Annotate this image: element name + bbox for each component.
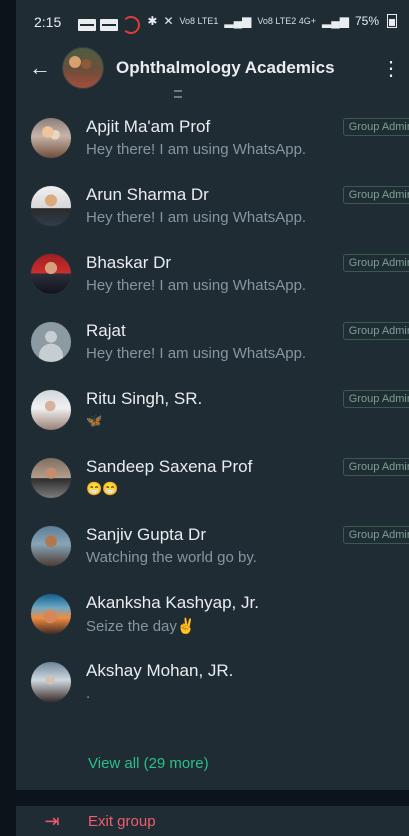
battery-text: 75% — [354, 14, 379, 28]
more-vertical-icon[interactable]: ⋮ — [381, 54, 401, 82]
member-status: 😁😁 — [86, 481, 119, 496]
member-status: Hey there! I am using WhatsApp. — [86, 277, 307, 294]
avatar — [30, 253, 72, 295]
group-admin-badge: Group Admin — [342, 458, 409, 476]
avatar — [30, 661, 72, 703]
member-status: Seize the day✌️ — [86, 618, 196, 635]
group-admin-badge: Group Admin — [342, 526, 409, 544]
avatar — [30, 457, 72, 499]
avatar — [30, 117, 72, 159]
status-notification-icons — [78, 16, 140, 34]
group-admin-badge: Group Admin — [342, 322, 409, 340]
status-bar: 2:15 ✱ ✕ Vo8 LTE1 ▂▄▆ Vo8 LTE2 4G+ ▂▄▆ 7… — [16, 0, 409, 46]
member-name: Rajat — [86, 321, 126, 340]
group-admin-badge: Group Admin — [342, 186, 409, 204]
group-admin-badge: Group Admin — [342, 254, 409, 272]
member-name: Ritu Singh, SR. — [86, 389, 203, 408]
member-name: Akanksha Kashyap, Jr. — [86, 593, 259, 612]
avatar — [30, 185, 72, 227]
member-row-bhaskar[interactable]: Bhaskar Dr Hey there! I am using WhatsAp… — [16, 244, 409, 312]
group-avatar[interactable] — [62, 47, 104, 89]
member-name: Bhaskar Dr — [86, 253, 172, 272]
scroll-indicator — [174, 90, 182, 98]
network-right: Vo8 LTE2 4G+ — [257, 15, 316, 26]
member-row-akshay[interactable]: Akshay Mohan, JR. . — [16, 652, 409, 720]
exit-group-label: Exit group — [88, 812, 156, 830]
member-name: Apjit Ma'am Prof — [86, 117, 211, 136]
avatar — [30, 593, 72, 635]
member-row-apjit[interactable]: Apjit Ma'am Prof Hey there! I am using W… — [16, 108, 409, 176]
member-status: Hey there! I am using WhatsApp. — [86, 345, 307, 362]
member-status: Watching the world go by. — [86, 549, 257, 566]
network-left: Vo8 LTE1 — [179, 15, 219, 26]
avatar — [30, 525, 72, 567]
member-row-arun[interactable]: Arun Sharma Dr Hey there! I am using Wha… — [16, 176, 409, 244]
member-row-ritu[interactable]: Ritu Singh, SR. 🦋 Group Admin — [16, 380, 409, 448]
group-admin-badge: Group Admin — [342, 118, 409, 136]
battery-icon — [387, 14, 397, 28]
notification-icon — [100, 19, 118, 31]
chat-toolbar: ← Ophthalmology Academics ⋮ — [16, 46, 409, 90]
member-row-akanksha[interactable]: Akanksha Kashyap, Jr. Seize the day✌️ — [16, 584, 409, 652]
whatsapp-group-info-screen: 2:15 ✱ ✕ Vo8 LTE1 ▂▄▆ Vo8 LTE2 4G+ ▂▄▆ 7… — [0, 0, 409, 836]
view-all-members-link[interactable]: View all (29 more) — [88, 755, 209, 772]
app-notification-icon — [122, 16, 140, 34]
member-name: Akshay Mohan, JR. — [86, 661, 234, 680]
member-name: Sandeep Saxena Prof — [86, 457, 253, 476]
member-row-sandeep[interactable]: Sandeep Saxena Prof 😁😁 Group Admin — [16, 448, 409, 516]
members-panel: Apjit Ma'am Prof Hey there! I am using W… — [16, 90, 409, 836]
mute-icon: ✕ — [163, 14, 174, 28]
status-right-group: ✱ ✕ Vo8 LTE1 ▂▄▆ Vo8 LTE2 4G+ ▂▄▆ 75% — [147, 14, 397, 28]
member-name: Sanjiv Gupta Dr — [86, 525, 206, 544]
group-title[interactable]: Ophthalmology Academics — [116, 58, 381, 78]
member-status: 🦋 — [86, 413, 103, 428]
section-divider — [16, 790, 409, 806]
member-row-sanjiv[interactable]: Sanjiv Gupta Dr Watching the world go by… — [16, 516, 409, 584]
default-avatar-icon — [30, 321, 72, 363]
back-arrow-icon[interactable]: ← — [26, 54, 54, 82]
exit-icon: ⇥ — [44, 810, 60, 831]
member-name: Arun Sharma Dr — [86, 185, 209, 204]
signal-icon: ▂▄▆ — [224, 14, 252, 28]
member-status: Hey there! I am using WhatsApp. — [86, 141, 307, 158]
member-list: Apjit Ma'am Prof Hey there! I am using W… — [16, 108, 409, 720]
avatar — [30, 389, 72, 431]
member-status: Hey there! I am using WhatsApp. — [86, 209, 307, 226]
exit-group-row[interactable]: ⇥ Exit group — [16, 806, 409, 836]
member-row-rajat[interactable]: Rajat Hey there! I am using WhatsApp. Gr… — [16, 312, 409, 380]
notification-icon — [78, 19, 96, 31]
group-admin-badge: Group Admin — [342, 390, 409, 408]
signal-icon: ▂▄▆ — [322, 14, 349, 28]
bluetooth-icon: ✱ — [147, 14, 158, 28]
status-time: 2:15 — [34, 14, 62, 30]
member-status: . — [86, 685, 91, 702]
